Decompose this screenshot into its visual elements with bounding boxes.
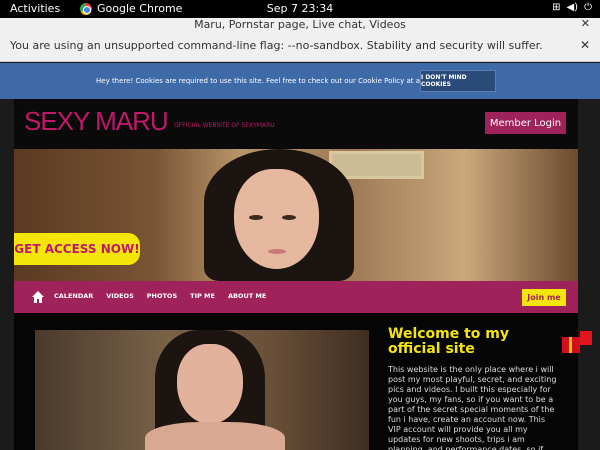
nav-item-videos[interactable]: VIDEOS: [106, 292, 134, 300]
site-header: SEXY MARU OFFICIAL WEBSITE OF SEXYMARU M…: [14, 99, 578, 149]
infobar-message: You are using an unsupported command-lin…: [10, 39, 543, 52]
gift-icon-small[interactable]: [580, 331, 592, 345]
gift-icon[interactable]: [562, 337, 580, 353]
site-container: SEXY MARU OFFICIAL WEBSITE OF SEXYMARU M…: [14, 99, 592, 450]
welcome-description: This website is the only place where i w…: [388, 365, 557, 450]
site-tagline: OFFICIAL WEBSITE OF SEXYMARU: [174, 122, 275, 129]
window-title: Maru, Pornstar page, Live chat, Videos: [194, 18, 406, 31]
window-title-bar: Maru, Pornstar page, Live chat, Videos ✕: [0, 17, 600, 32]
join-button[interactable]: Join me: [522, 289, 566, 306]
nav-item-tip-me[interactable]: TIP ME: [190, 292, 215, 300]
system-top-bar: Activities Google Chrome Sep 7 23:34 ⊞ ◀…: [0, 0, 600, 18]
volume-icon: ◀): [566, 2, 579, 13]
site-logo[interactable]: SEXY MARU: [24, 106, 169, 137]
hero-banner: GET ACCESS NOW!: [14, 149, 578, 281]
web-page: Hey there! Cookies are required to use t…: [0, 63, 600, 450]
warning-infobar: You are using an unsupported command-lin…: [0, 32, 600, 62]
home-icon[interactable]: [32, 291, 44, 303]
close-window-icon[interactable]: ✕: [581, 17, 590, 30]
hero-photo: [204, 149, 354, 281]
cookie-banner: Hey there! Cookies are required to use t…: [0, 63, 600, 99]
welcome-title: Welcome to my official site: [388, 326, 510, 358]
member-login-button[interactable]: Member Login: [485, 112, 566, 134]
get-access-button[interactable]: GET ACCESS NOW!: [14, 233, 140, 265]
nav-item-calendar[interactable]: CALENDAR: [54, 292, 93, 300]
dismiss-infobar-icon[interactable]: ✕: [580, 38, 590, 52]
main-content: Welcome to my official site This website…: [14, 313, 592, 450]
clock[interactable]: Sep 7 23:34: [0, 2, 600, 15]
system-tray[interactable]: ⊞ ◀) ⏻: [552, 2, 592, 13]
nav-items: CALENDAR VIDEOS PHOTOS TIP ME ABOUT ME: [54, 292, 279, 300]
cookie-text: Hey there! Cookies are required to use t…: [96, 77, 449, 85]
accept-cookies-button[interactable]: I DON'T MIND COOKIES: [420, 70, 496, 92]
power-icon: ⏻: [584, 2, 592, 13]
nav-item-photos[interactable]: PHOTOS: [147, 292, 177, 300]
network-icon: ⊞: [552, 2, 561, 13]
nav-item-about-me[interactable]: ABOUT ME: [228, 292, 266, 300]
profile-photo[interactable]: [35, 330, 369, 450]
site-nav: CALENDAR VIDEOS PHOTOS TIP ME ABOUT ME J…: [14, 281, 578, 313]
